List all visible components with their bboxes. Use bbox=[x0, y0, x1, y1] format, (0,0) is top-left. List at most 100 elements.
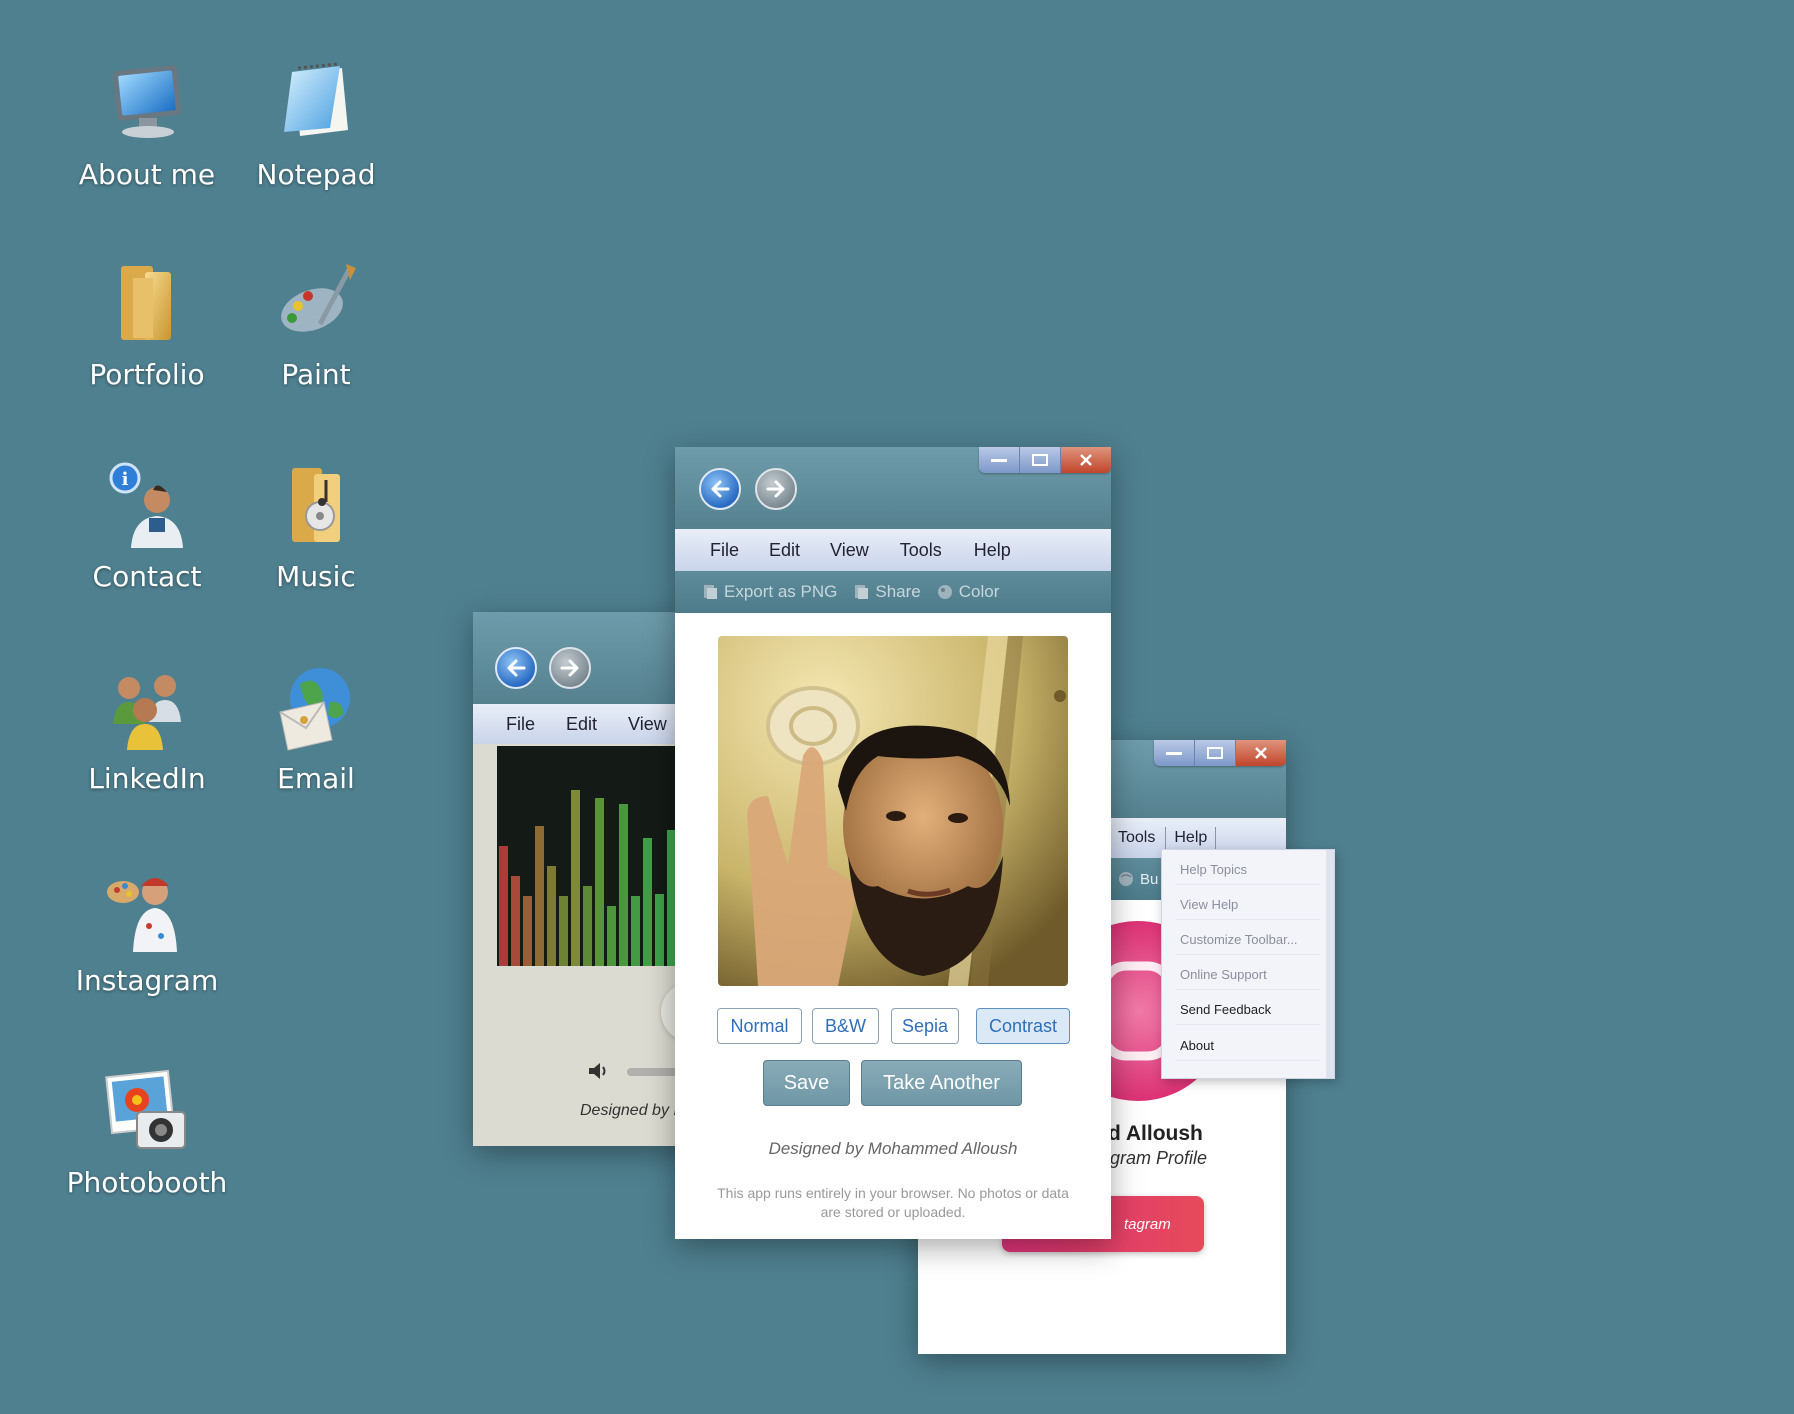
music-window[interactable]: File Edit View Designed by I bbox=[473, 612, 703, 1146]
toolbar-partial-label[interactable]: Bu bbox=[1140, 871, 1158, 888]
menu-separator bbox=[1215, 827, 1217, 849]
help-item-send-feedback[interactable]: Send Feedback bbox=[1180, 1002, 1271, 1017]
desktop-icon-music[interactable]: Music bbox=[231, 460, 401, 610]
music-folder-icon bbox=[292, 468, 340, 542]
help-separator bbox=[1176, 884, 1320, 885]
music-menubar: File Edit View bbox=[473, 704, 703, 744]
desktop-icon-contact[interactable]: i Contact bbox=[62, 460, 232, 610]
desktop-icon-label: Notepad bbox=[256, 158, 376, 191]
menu-help[interactable]: Help bbox=[974, 540, 1011, 561]
minimize-button[interactable] bbox=[979, 447, 1020, 473]
profile-name-partial: d Alloush bbox=[1108, 1122, 1203, 1145]
help-separator bbox=[1176, 919, 1320, 920]
menu-view[interactable]: View bbox=[628, 714, 667, 735]
disclaimer-line-2: are stored or uploaded. bbox=[820, 1204, 966, 1220]
desktop-icon-photobooth[interactable]: Photobooth bbox=[62, 1066, 232, 1216]
desktop-icon-label: Paint bbox=[281, 358, 351, 391]
notepad-icon bbox=[284, 62, 348, 136]
credit-text: Designed by Mohammed Alloush bbox=[768, 1139, 1018, 1158]
desktop-icon-label: Instagram bbox=[75, 964, 219, 997]
desktop-icon-label: Email bbox=[277, 762, 355, 795]
desktop-icon-label: About me bbox=[78, 158, 216, 191]
export-icon bbox=[704, 585, 717, 599]
desktop-icon-notepad[interactable]: Notepad bbox=[231, 58, 401, 208]
menu-view[interactable]: View bbox=[830, 540, 869, 561]
menu-file[interactable]: File bbox=[506, 714, 535, 735]
help-item-help-topics[interactable]: Help Topics bbox=[1180, 862, 1247, 877]
desktop-icon-label: Music bbox=[276, 560, 356, 593]
open-instagram-label-partial: tagram bbox=[1124, 1215, 1171, 1233]
menu-file[interactable]: File bbox=[710, 540, 739, 561]
help-item-view-help[interactable]: View Help bbox=[1180, 897, 1238, 912]
maximize-icon bbox=[1207, 747, 1223, 759]
minimize-icon bbox=[1166, 752, 1182, 755]
menu-edit[interactable]: Edit bbox=[769, 540, 800, 561]
maximize-button[interactable] bbox=[1195, 740, 1236, 766]
filter-sepia-button[interactable]: Sepia bbox=[891, 1008, 959, 1044]
desktop-icon-label: LinkedIn bbox=[88, 762, 206, 795]
desktop-icon-email[interactable]: Email bbox=[231, 662, 401, 812]
close-icon bbox=[1255, 747, 1267, 759]
menu-separator bbox=[1165, 827, 1167, 849]
close-button[interactable] bbox=[1236, 740, 1286, 766]
maximize-icon bbox=[1032, 454, 1048, 466]
svg-text:i: i bbox=[122, 469, 129, 490]
arrow-left-icon bbox=[507, 659, 526, 677]
painter-icon bbox=[107, 878, 177, 952]
desktop-icon-portfolio[interactable]: Portfolio bbox=[62, 258, 232, 408]
back-button[interactable] bbox=[699, 468, 741, 510]
menu-edit[interactable]: Edit bbox=[566, 714, 597, 735]
help-item-online-support[interactable]: Online Support bbox=[1180, 967, 1267, 982]
filter-bw-button[interactable]: B&W bbox=[812, 1008, 879, 1044]
desktop-icon-label: Contact bbox=[92, 560, 202, 593]
desktop-icon-label: Portfolio bbox=[89, 358, 205, 391]
share-icon bbox=[855, 585, 869, 599]
help-separator bbox=[1176, 1024, 1320, 1025]
export-png-button[interactable]: Export as PNG bbox=[724, 582, 837, 602]
desktop-icon-linkedin[interactable]: LinkedIn bbox=[62, 662, 232, 812]
music-footer-credit: Designed by I bbox=[580, 1102, 678, 1119]
window-controls bbox=[979, 447, 1111, 473]
globe-icon bbox=[1119, 872, 1133, 886]
help-menu-scroll-strip bbox=[1326, 850, 1334, 1078]
arrow-right-icon bbox=[560, 659, 579, 677]
menu-help[interactable]: Help bbox=[1174, 829, 1207, 847]
photobooth-menubar: File Edit View Tools Help bbox=[675, 529, 1111, 571]
photobooth-window[interactable]: File Edit View Tools Help Export as PNG … bbox=[675, 447, 1111, 1239]
menu-tools[interactable]: Tools bbox=[1118, 829, 1155, 847]
help-item-about[interactable]: About bbox=[1180, 1038, 1214, 1053]
audio-visualizer bbox=[497, 746, 703, 966]
forward-button[interactable] bbox=[755, 468, 797, 510]
desktop-icon-paint[interactable]: Paint bbox=[231, 258, 401, 408]
disclaimer-line-1: This app runs entirely in your browser. … bbox=[717, 1185, 1069, 1201]
take-another-button[interactable]: Take Another bbox=[861, 1060, 1022, 1106]
help-separator bbox=[1176, 954, 1320, 955]
desktop-icon-about-me[interactable]: About me bbox=[62, 58, 232, 208]
camera-photo-icon bbox=[105, 1069, 186, 1149]
photobooth-toolbar: Export as PNG Share Color bbox=[675, 571, 1111, 613]
maximize-button[interactable] bbox=[1020, 447, 1061, 473]
forward-button[interactable] bbox=[549, 647, 591, 689]
share-button[interactable]: Share bbox=[875, 582, 920, 602]
profile-subtitle-partial: gram Profile bbox=[1110, 1148, 1208, 1168]
captured-photo bbox=[718, 636, 1068, 986]
color-button[interactable]: Color bbox=[959, 582, 1000, 602]
monitor-icon bbox=[112, 65, 182, 138]
color-icon bbox=[937, 585, 952, 599]
folder-icon bbox=[121, 266, 171, 340]
desktop-icon-instagram[interactable]: Instagram bbox=[62, 864, 232, 1014]
help-separator bbox=[1176, 1060, 1320, 1061]
minimize-button[interactable] bbox=[1154, 740, 1195, 766]
menu-tools[interactable]: Tools bbox=[900, 540, 942, 561]
arrow-right-icon bbox=[766, 480, 785, 498]
save-button[interactable]: Save bbox=[763, 1060, 850, 1106]
back-button[interactable] bbox=[495, 647, 537, 689]
help-item-customize-toolbar[interactable]: Customize Toolbar... bbox=[1180, 932, 1298, 947]
close-icon bbox=[1080, 454, 1092, 466]
people-group-icon bbox=[113, 675, 181, 750]
close-button[interactable] bbox=[1061, 447, 1111, 473]
filter-contrast-button[interactable]: Contrast bbox=[976, 1008, 1070, 1044]
minimize-icon bbox=[991, 459, 1007, 462]
filter-normal-button[interactable]: Normal bbox=[717, 1008, 802, 1044]
email-globe-icon bbox=[279, 668, 350, 751]
